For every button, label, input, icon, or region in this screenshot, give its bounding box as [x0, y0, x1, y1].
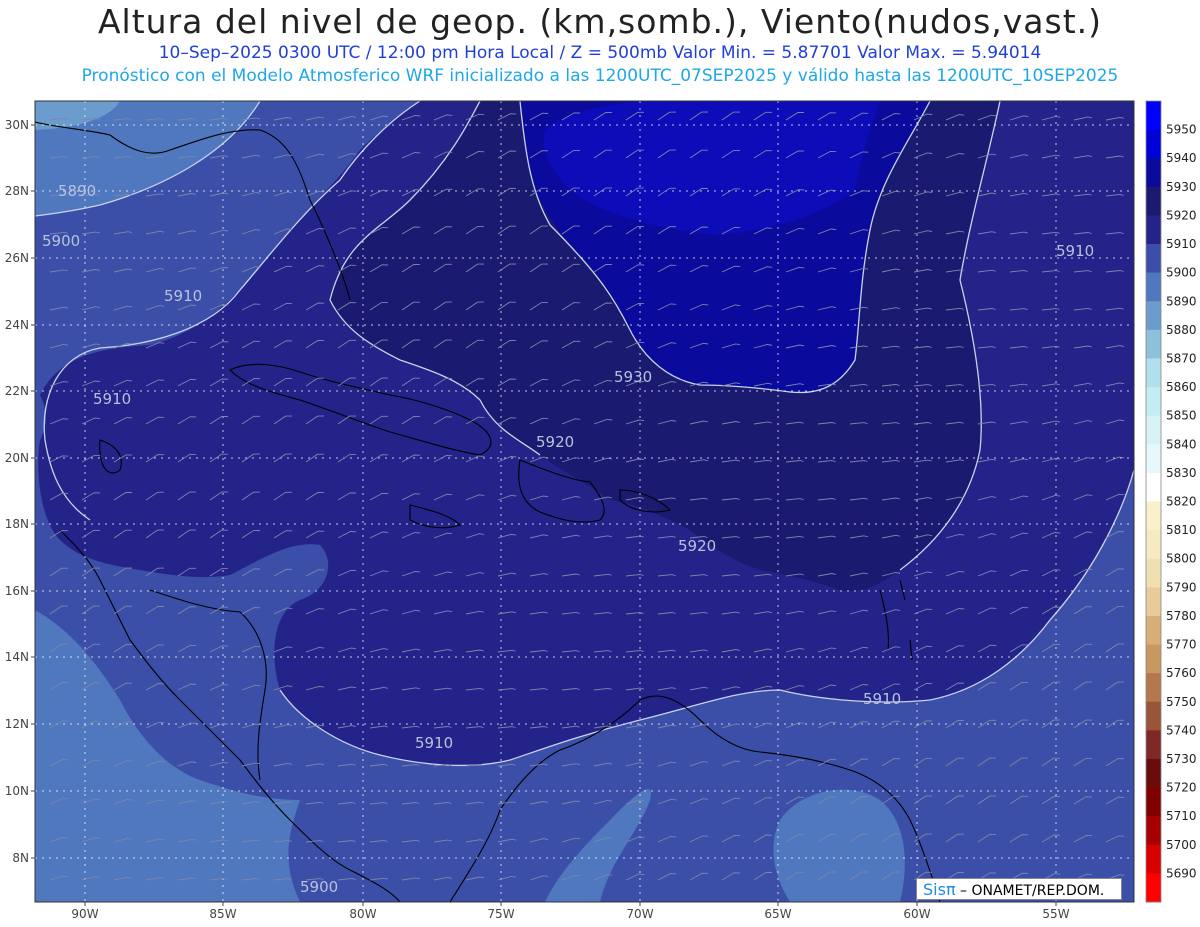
colorbar-label: 5780 — [1166, 609, 1197, 623]
colorbar-label: 5690 — [1166, 866, 1197, 880]
contour-label: 5900 — [42, 232, 80, 250]
lat-label: 20N — [5, 451, 29, 465]
colorbar-swatch — [1146, 244, 1161, 274]
contour-label: 5910 — [415, 734, 453, 752]
colorbar-swatch — [1146, 558, 1161, 588]
colorbar-label: 5920 — [1166, 208, 1197, 222]
colorbar-label: 5720 — [1166, 781, 1197, 795]
lon-label: 60W — [903, 907, 930, 921]
lat-label: 8N — [12, 851, 29, 865]
colorbar-swatch — [1146, 530, 1161, 560]
colorbar-label: 5800 — [1166, 552, 1197, 566]
contour-label: 5910 — [164, 287, 202, 305]
colorbar-swatch — [1146, 472, 1161, 502]
colorbar-swatch — [1146, 873, 1161, 903]
lon-label: 85W — [209, 907, 236, 921]
colorbar-swatch — [1146, 587, 1161, 617]
colorbar-swatch — [1146, 301, 1161, 331]
colorbar: 5950 5940 5930 5920 5910 5900 5890 5880 5870 5860… — [1145, 100, 1197, 903]
lon-label: 80W — [349, 907, 376, 921]
contour-label: 5920 — [536, 433, 574, 451]
colorbar-label: 5950 — [1166, 123, 1197, 137]
colorbar-label: 5740 — [1166, 723, 1197, 737]
colorbar-swatch — [1146, 615, 1161, 646]
contour-label: 5920 — [678, 537, 716, 555]
credit-box: Sisπ – ONAMET/REP.DOM. — [916, 878, 1122, 900]
colorbar-label: 5790 — [1166, 580, 1197, 594]
colorbar-swatch — [1146, 673, 1161, 703]
colorbar-swatch — [1146, 444, 1161, 474]
lon-label: 65W — [764, 907, 791, 921]
geopotential-shading — [35, 101, 1134, 902]
colorbar-swatch — [1146, 129, 1161, 159]
colorbar-label: 5930 — [1166, 180, 1197, 194]
colorbar-label: 5700 — [1166, 838, 1197, 852]
lat-label: 18N — [5, 517, 29, 531]
longitude-labels: 90W 85W 80W 75W 70W 65W 60W 55W — [71, 907, 1069, 921]
lat-label: 12N — [5, 717, 29, 731]
lat-label: 24N — [5, 318, 29, 332]
lat-label: 16N — [5, 584, 29, 598]
colorbar-label: 5830 — [1166, 466, 1197, 480]
colorbar-label: 5940 — [1166, 151, 1197, 165]
lon-label: 70W — [626, 907, 653, 921]
colorbar-swatch — [1146, 730, 1161, 760]
colorbar-label: 5890 — [1166, 294, 1197, 308]
colorbar-swatch — [1146, 644, 1161, 674]
colorbar-swatch — [1146, 272, 1161, 302]
colorbar-swatch — [1146, 501, 1161, 531]
colorbar-swatch — [1146, 701, 1161, 731]
contour-label: 5890 — [58, 182, 96, 200]
colorbar-swatch — [1146, 215, 1161, 245]
contour-label: 5930 — [614, 368, 652, 386]
lat-label: 26N — [5, 251, 29, 265]
colorbar-swatch — [1146, 158, 1161, 188]
colorbar-label: 5760 — [1166, 666, 1197, 680]
colorbar-label: 5770 — [1166, 638, 1197, 652]
colorbar-swatch — [1146, 787, 1161, 817]
lat-label: 22N — [5, 384, 29, 398]
colorbar-label: 5870 — [1166, 351, 1197, 365]
colorbar-label: 5820 — [1166, 495, 1197, 509]
lat-ticks — [31, 124, 35, 859]
colorbar-label: 5860 — [1166, 380, 1197, 394]
contour-label: 5910 — [863, 690, 901, 708]
colorbar-swatch — [1146, 329, 1161, 359]
map-figure: 5890 5900 5910 5910 5910 5930 5920 5920 … — [5, 100, 1197, 921]
colorbar-swatch — [1146, 415, 1161, 445]
contour-label: 5910 — [93, 390, 131, 408]
colorbar-label: 5730 — [1166, 752, 1197, 766]
level-5890-se-fill — [773, 789, 905, 902]
colorbar-label: 5710 — [1166, 809, 1197, 823]
colorbar-swatch — [1146, 101, 1161, 131]
colorbar-label: 5810 — [1166, 523, 1197, 537]
colorbar-label: 5750 — [1166, 695, 1197, 709]
colorbar-swatch — [1146, 387, 1161, 417]
colorbar-swatch — [1146, 358, 1161, 388]
colorbar-swatch — [1146, 758, 1161, 789]
latitude-labels: 8N 10N 12N 14N 16N 18N 20N 22N 24N 26N 2… — [5, 118, 29, 865]
colorbar-swatch — [1146, 816, 1161, 846]
colorbar-label: 5910 — [1166, 237, 1197, 251]
lat-label: 10N — [5, 784, 29, 798]
lat-label: 14N — [5, 650, 29, 664]
colorbar-label: 5850 — [1166, 409, 1197, 423]
lon-label: 75W — [487, 907, 514, 921]
lon-label: 55W — [1042, 907, 1069, 921]
contour-label: 5910 — [1056, 242, 1094, 260]
lat-label: 28N — [5, 184, 29, 198]
lat-label: 30N — [5, 118, 29, 132]
colorbar-label: 5840 — [1166, 437, 1197, 451]
colorbar-label: 5900 — [1166, 266, 1197, 280]
lon-label: 90W — [71, 907, 98, 921]
colorbar-label: 5880 — [1166, 323, 1197, 337]
sispi-logo: Sisπ — [923, 880, 956, 899]
contour-label: 5900 — [300, 878, 338, 896]
colorbar-swatch — [1146, 844, 1161, 874]
lon-ticks — [84, 902, 1057, 906]
colorbar-swatch — [1146, 186, 1161, 216]
credit-text: – ONAMET/REP.DOM. — [955, 883, 1105, 899]
